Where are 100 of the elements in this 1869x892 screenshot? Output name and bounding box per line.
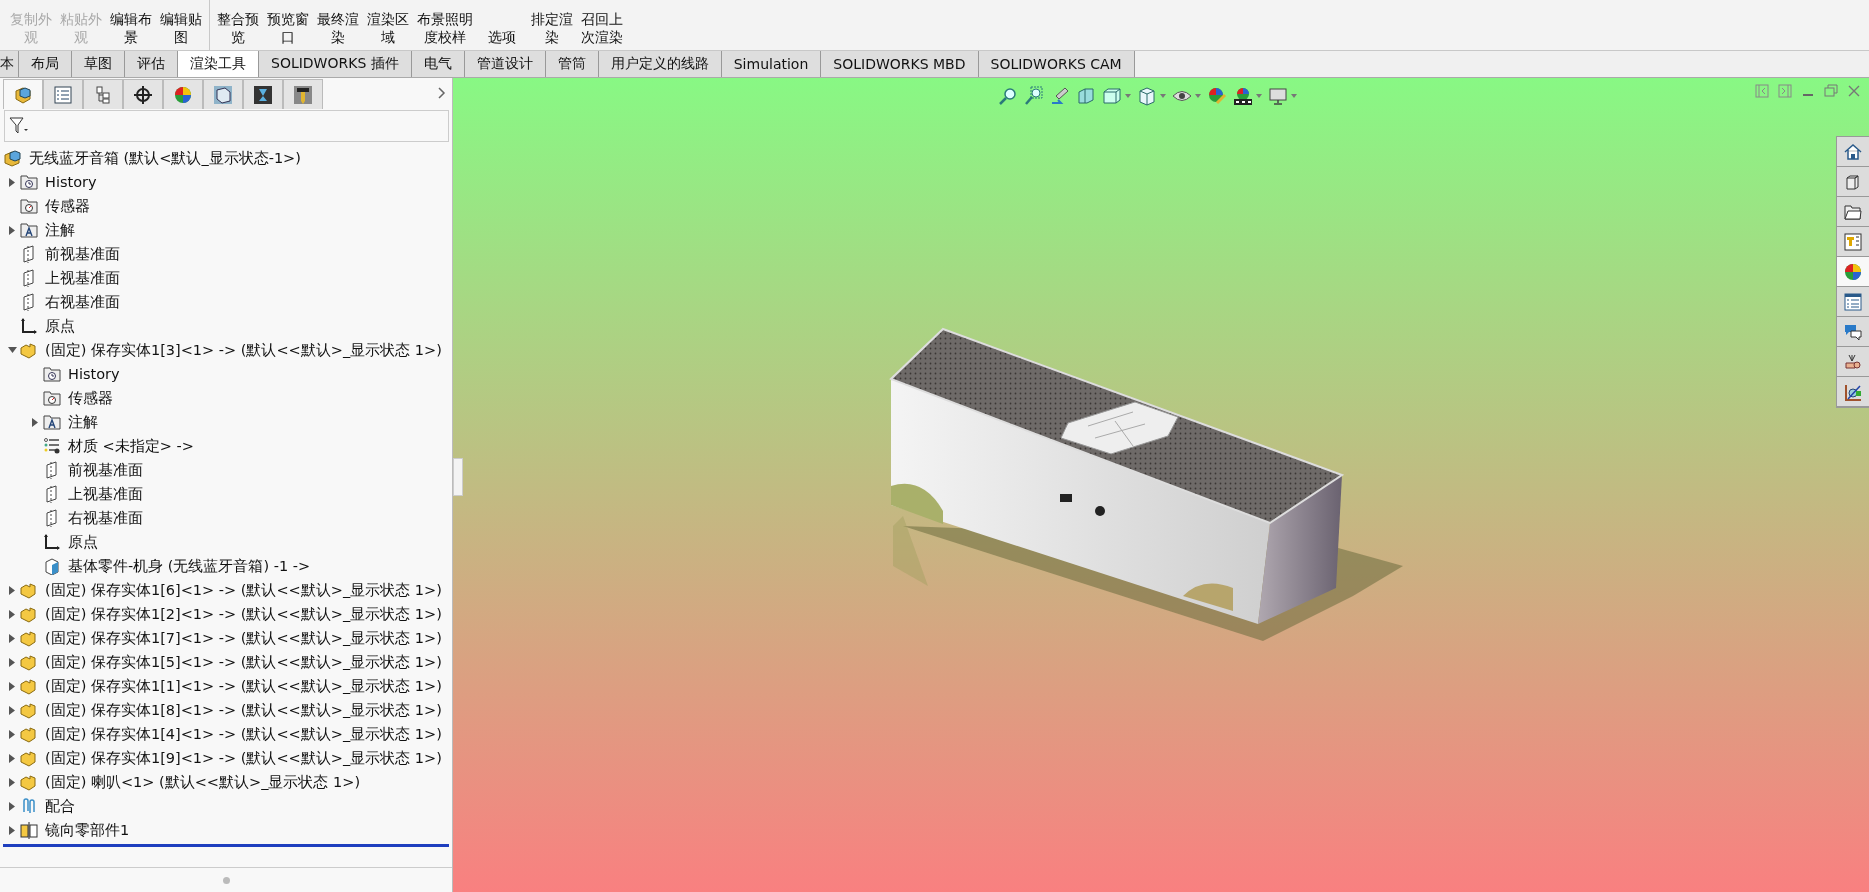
tree-item[interactable]: 基体零件-机身 (无线蓝牙音箱) -1 ->: [68, 556, 311, 576]
task-pane-tab[interactable]: [1837, 137, 1869, 167]
ribbon-tab[interactable]: 管道设计: [464, 51, 546, 77]
ribbon-tab[interactable]: 评估: [125, 51, 178, 77]
tree-item[interactable]: (固定) 喇叭<1> (默认<<默认>_显示状态 1>): [45, 772, 361, 792]
ribbon-button[interactable]: 最终渲染: [313, 10, 363, 50]
panel-tab[interactable]: [123, 79, 163, 109]
ribbon-tab[interactable]: Simulation: [721, 51, 822, 77]
view-orientation-icon[interactable]: [1102, 86, 1122, 106]
left-pane-icon[interactable]: [1755, 84, 1769, 98]
expand-arrow-icon[interactable]: [32, 417, 38, 427]
color-ball-pencil-icon[interactable]: [1207, 86, 1227, 106]
ribbon-tab[interactable]: 用户定义的线路: [598, 51, 722, 77]
tree-item[interactable]: 前视基准面: [45, 244, 120, 264]
dropdown-caret-icon[interactable]: [1160, 94, 1166, 98]
expand-arrow-icon[interactable]: [9, 177, 15, 187]
tree-item[interactable]: (固定) 保存实体1[3]<1> -> (默认<<默认>_显示状态 1>): [45, 340, 442, 360]
task-pane-tab[interactable]: [1837, 227, 1869, 257]
tree-item[interactable]: (固定) 保存实体1[5]<1> -> (默认<<默认>_显示状态 1>): [45, 652, 442, 672]
close-icon[interactable]: [1847, 84, 1861, 98]
tree-item[interactable]: History: [68, 366, 120, 382]
ribbon-button[interactable]: 选项: [477, 28, 527, 50]
filter-field[interactable]: [4, 110, 449, 142]
expand-arrow-icon[interactable]: [9, 753, 15, 763]
expand-arrow-icon[interactable]: [9, 729, 15, 739]
tree-item[interactable]: 右视基准面: [68, 508, 143, 528]
ribbon-tab[interactable]: SOLIDWORKS CAM: [978, 51, 1135, 77]
task-pane-tab[interactable]: [1837, 317, 1869, 347]
tree-item[interactable]: (固定) 保存实体1[4]<1> -> (默认<<默认>_显示状态 1>): [45, 724, 442, 744]
tree-item[interactable]: 传感器: [68, 388, 113, 408]
tree-item[interactable]: History: [45, 174, 97, 190]
task-pane-tab[interactable]: [1837, 287, 1869, 317]
dropdown-caret-icon[interactable]: [1291, 94, 1297, 98]
section-view-icon[interactable]: [1076, 86, 1096, 106]
ribbon-button[interactable]: 布景照明度校样: [413, 10, 477, 50]
ribbon-tab[interactable]: 本: [0, 51, 19, 77]
tree-item[interactable]: 传感器: [45, 196, 90, 216]
previous-view-icon[interactable]: [1050, 86, 1070, 106]
tree-item[interactable]: (固定) 保存实体1[6]<1> -> (默认<<默认>_显示状态 1>): [45, 580, 442, 600]
tree-item[interactable]: 右视基准面: [45, 292, 120, 312]
right-pane-icon[interactable]: [1778, 84, 1792, 98]
tree-item[interactable]: 无线蓝牙音箱 (默认<默认_显示状态-1>): [29, 148, 301, 168]
tree-item[interactable]: (固定) 保存实体1[9]<1> -> (默认<<默认>_显示状态 1>): [45, 748, 442, 768]
expand-arrow-icon[interactable]: [9, 777, 15, 787]
tree-item[interactable]: 注解: [68, 412, 98, 432]
ribbon-button[interactable]: 编辑贴图: [156, 10, 206, 50]
tree-item[interactable]: 原点: [68, 532, 98, 552]
expand-arrow-icon[interactable]: [9, 657, 15, 667]
resize-handle[interactable]: [222, 876, 230, 884]
tree-item[interactable]: 镜向零部件1: [45, 820, 130, 840]
expand-arrow-icon[interactable]: [9, 801, 15, 811]
expand-arrow-icon[interactable]: [9, 681, 15, 691]
dropdown-caret-icon[interactable]: [1195, 94, 1201, 98]
ribbon-button[interactable]: 召回上次渲染: [577, 10, 627, 50]
collapse-arrow-icon[interactable]: [7, 347, 17, 353]
panel-tab[interactable]: [283, 79, 323, 109]
dropdown-caret-icon[interactable]: [1256, 94, 1262, 98]
ribbon-button[interactable]: 渲染区域: [363, 10, 413, 50]
ribbon-tab[interactable]: 草图: [72, 51, 125, 77]
expand-arrow-icon[interactable]: [9, 633, 15, 643]
panel-tab[interactable]: [243, 79, 283, 109]
tree-item[interactable]: 材质 <未指定> ->: [68, 436, 194, 456]
display-style-icon[interactable]: [1137, 86, 1157, 106]
zoom-to-fit-icon[interactable]: [998, 86, 1018, 106]
tree-item[interactable]: 上视基准面: [45, 268, 120, 288]
ribbon-tab[interactable]: 电气: [411, 51, 465, 77]
expand-arrow-icon[interactable]: [9, 225, 15, 235]
task-pane-tab[interactable]: [1837, 347, 1869, 377]
tree-item[interactable]: (固定) 保存实体1[7]<1> -> (默认<<默认>_显示状态 1>): [45, 628, 442, 648]
task-pane-tab[interactable]: [1837, 377, 1869, 407]
ribbon-tab[interactable]: 管筒: [545, 51, 599, 77]
ribbon-button[interactable]: 排定渲染: [527, 10, 577, 50]
task-pane-tab[interactable]: [1837, 257, 1869, 287]
tree-item[interactable]: 注解: [45, 220, 75, 240]
tree-item[interactable]: (固定) 保存实体1[2]<1> -> (默认<<默认>_显示状态 1>): [45, 604, 442, 624]
expand-arrow-icon[interactable]: [9, 585, 15, 595]
ribbon-tab[interactable]: SOLIDWORKS MBD: [821, 51, 979, 77]
zoom-area-icon[interactable]: [1024, 86, 1044, 106]
expand-arrow-icon[interactable]: [9, 705, 15, 715]
task-pane-tab[interactable]: [1837, 167, 1869, 197]
tree-item[interactable]: (固定) 保存实体1[1]<1> -> (默认<<默认>_显示状态 1>): [45, 676, 442, 696]
ribbon-tab[interactable]: SOLIDWORKS 插件: [259, 51, 412, 77]
tree-item[interactable]: (固定) 保存实体1[8]<1> -> (默认<<默认>_显示状态 1>): [45, 700, 442, 720]
tree-item[interactable]: 原点: [45, 316, 75, 336]
task-pane-tab[interactable]: [1837, 197, 1869, 227]
ribbon-button[interactable]: 整合预览: [213, 10, 263, 50]
ribbon-tab[interactable]: 渲染工具: [178, 51, 259, 77]
tree-item[interactable]: 前视基准面: [68, 460, 143, 480]
color-ball-icon: [173, 84, 193, 105]
expand-arrow-icon[interactable]: [9, 609, 15, 619]
ribbon-button[interactable]: 预览窗口: [263, 10, 313, 50]
tree-item[interactable]: 配合: [45, 796, 75, 816]
scene-icon[interactable]: [1233, 86, 1253, 106]
expand-arrow-icon[interactable]: [9, 825, 15, 835]
dropdown-caret-icon[interactable]: [1125, 94, 1131, 98]
ribbon-button[interactable]: 编辑布景: [106, 10, 156, 50]
panel-collapse-handle[interactable]: [453, 458, 463, 496]
monitor-icon[interactable]: [1268, 86, 1288, 106]
ribbon-tab[interactable]: 布局: [19, 51, 72, 77]
tree-item[interactable]: 上视基准面: [68, 484, 143, 504]
